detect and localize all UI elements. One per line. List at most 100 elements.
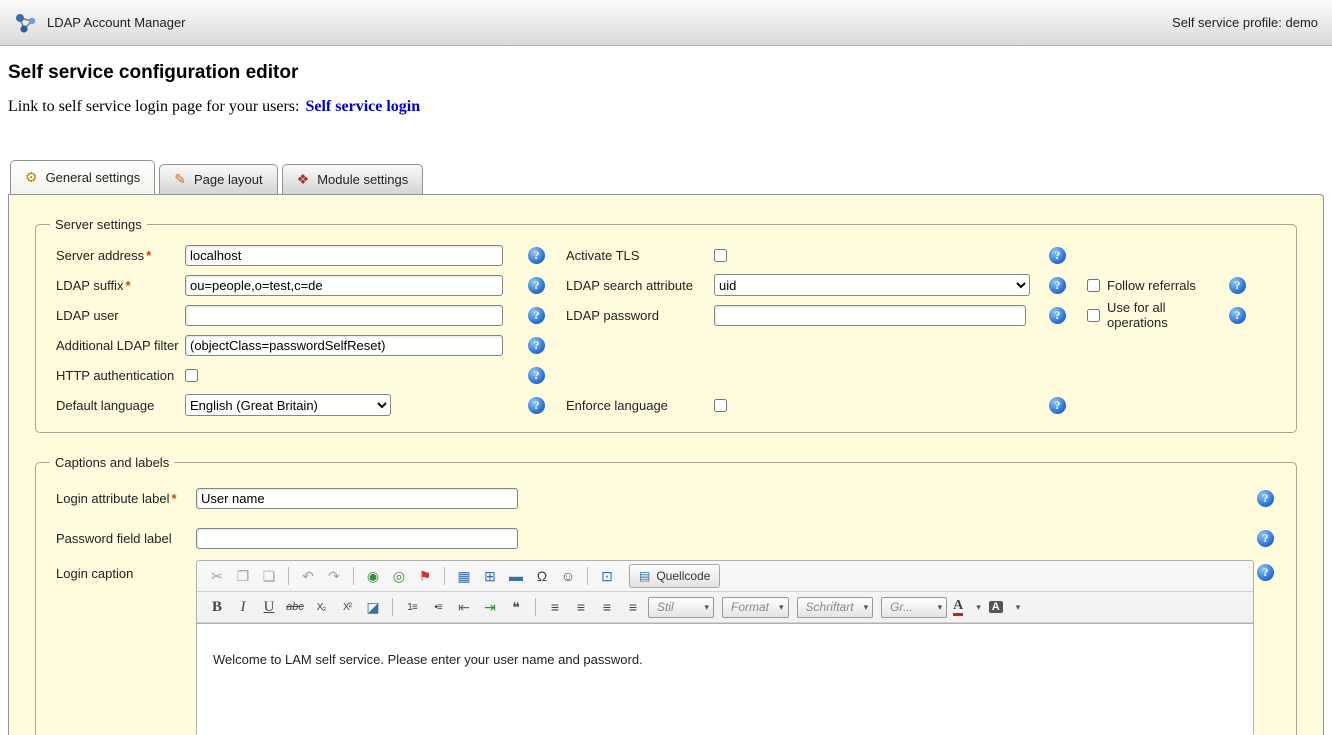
anchor-flag-icon[interactable]: ⚑ <box>413 564 437 588</box>
password-field-label: Password field label <box>46 531 196 546</box>
server-address-label: Server address* <box>46 248 185 263</box>
chevron-down-icon: ▾ <box>1016 602 1021 613</box>
underline-button[interactable]: U <box>257 595 281 619</box>
enforce-language-checkbox[interactable] <box>714 399 727 412</box>
align-left-button[interactable]: ≡ <box>543 595 567 619</box>
default-language-select[interactable]: English (Great Britain) <box>185 394 391 416</box>
chevron-down-icon: ▾ <box>864 602 869 613</box>
server-address-input[interactable] <box>185 245 503 266</box>
pencil-icon: ✎ <box>174 171 186 188</box>
additional-ldap-filter-input[interactable] <box>185 335 503 356</box>
style-dropdown[interactable]: Stil ▾ <box>648 597 714 618</box>
self-service-login-link[interactable]: Self service login <box>305 98 420 115</box>
chevron-down-icon: ▾ <box>976 602 981 613</box>
image-icon[interactable]: ▦ <box>452 564 476 588</box>
subscript-button[interactable]: X₂ <box>309 595 333 619</box>
form-row: LDAP user ? LDAP password ? Use for all … <box>46 300 1286 330</box>
help-icon[interactable]: ? <box>1257 530 1274 547</box>
smiley-icon[interactable]: ☺ <box>556 564 580 588</box>
source-button-label: Quellcode <box>656 569 710 583</box>
help-icon[interactable]: ? <box>528 277 545 294</box>
source-icon: ▤ <box>639 569 650 583</box>
use-for-all-operations-checkbox[interactable] <box>1087 309 1100 322</box>
help-icon[interactable]: ? <box>1049 277 1066 294</box>
editor-text: Welcome to LAM self service. Please ente… <box>213 652 1237 667</box>
ldap-suffix-input[interactable] <box>185 275 503 296</box>
blockquote-button[interactable]: ❝ <box>504 595 528 619</box>
login-caption-editor: ✂ ❐ ❏ ↶ ↷ <box>196 560 1254 735</box>
tab-general-settings[interactable]: ⚙ General settings <box>10 160 155 194</box>
font-dropdown[interactable]: Schriftart ▾ <box>797 597 874 618</box>
required-marker: * <box>146 248 151 263</box>
align-center-button[interactable]: ≡ <box>569 595 593 619</box>
captions-and-labels-legend: Captions and labels <box>50 455 174 470</box>
unlink-icon[interactable]: ◎ <box>387 564 411 588</box>
required-marker: * <box>171 491 176 506</box>
ldap-search-attribute-label: LDAP search attribute <box>566 278 714 293</box>
align-justify-button[interactable]: ≡ <box>621 595 645 619</box>
size-dropdown[interactable]: Gr... ▾ <box>881 597 947 618</box>
activate-tls-label: Activate TLS <box>566 248 714 263</box>
form-row: LDAP suffix* ? LDAP search attribute uid… <box>46 270 1286 300</box>
ldap-search-attribute-select[interactable]: uid <box>714 274 1030 296</box>
http-authentication-checkbox[interactable] <box>185 369 198 382</box>
help-icon[interactable]: ? <box>1229 277 1246 294</box>
copy-icon[interactable]: ❐ <box>231 564 255 588</box>
redo-icon[interactable]: ↷ <box>322 564 346 588</box>
editor-toolbar-row-2: B I U abc X₂ X² ◪ <box>197 592 1253 623</box>
superscript-button[interactable]: X² <box>335 595 359 619</box>
ldap-user-input[interactable] <box>185 305 503 326</box>
activate-tls-checkbox[interactable] <box>714 249 727 262</box>
help-icon[interactable]: ? <box>1229 307 1246 324</box>
background-color-button[interactable]: A ▾ <box>986 595 1023 619</box>
help-icon[interactable]: ? <box>528 367 545 384</box>
help-icon[interactable]: ? <box>528 397 545 414</box>
password-field-input[interactable] <box>196 528 518 549</box>
editor-content[interactable]: Welcome to LAM self service. Please ente… <box>197 623 1253 735</box>
paste-icon[interactable]: ❏ <box>257 564 281 588</box>
source-button[interactable]: ▤ Quellcode <box>629 564 720 588</box>
align-right-button[interactable]: ≡ <box>595 595 619 619</box>
editor-toolbar-row-1: ✂ ❐ ❏ ↶ ↷ <box>197 561 1253 592</box>
chevron-down-icon: ▾ <box>938 602 943 613</box>
italic-button[interactable]: I <box>231 595 255 619</box>
login-attribute-label: Login attribute label* <box>46 491 196 506</box>
tab-module-settings[interactable]: ❖ Module settings <box>282 164 424 194</box>
help-icon[interactable]: ? <box>1257 564 1274 581</box>
text-color-button[interactable]: A ▾ <box>950 595 984 619</box>
table-icon[interactable]: ⊞ <box>478 564 502 588</box>
chevron-down-icon: ▾ <box>779 602 784 613</box>
help-icon[interactable]: ? <box>528 337 545 354</box>
horizontal-rule-icon[interactable]: ▬ <box>504 564 528 588</box>
form-row: Password field label ? <box>46 518 1286 558</box>
follow-referrals-checkbox[interactable] <box>1087 279 1100 292</box>
ldap-password-input[interactable] <box>714 305 1026 326</box>
remove-format-button[interactable]: ◪ <box>361 595 385 619</box>
form-row: Additional LDAP filter ? <box>46 330 1286 360</box>
numbered-list-button[interactable]: 1≡ <box>400 595 424 619</box>
ldap-user-label: LDAP user <box>46 308 185 323</box>
help-icon[interactable]: ? <box>1049 307 1066 324</box>
toolbar-separator <box>392 598 393 616</box>
bold-button[interactable]: B <box>205 595 229 619</box>
page-title: Self service configuration editor <box>8 62 1332 84</box>
help-icon[interactable]: ? <box>1257 490 1274 507</box>
format-dropdown[interactable]: Format ▾ <box>722 597 789 618</box>
tab-page-layout[interactable]: ✎ Page layout <box>159 164 277 194</box>
special-character-icon[interactable]: Ω <box>530 564 554 588</box>
help-icon[interactable]: ? <box>528 247 545 264</box>
strikethrough-button[interactable]: abc <box>283 595 307 619</box>
login-attribute-input[interactable] <box>196 488 518 509</box>
toolbar-separator <box>288 567 289 585</box>
help-icon[interactable]: ? <box>528 307 545 324</box>
ldap-password-label: LDAP password <box>566 308 714 323</box>
outdent-button[interactable]: ⇤ <box>452 595 476 619</box>
help-icon[interactable]: ? <box>1049 397 1066 414</box>
cut-icon[interactable]: ✂ <box>205 564 229 588</box>
maximize-icon[interactable]: ⊡ <box>595 564 619 588</box>
link-icon[interactable]: ◉ <box>361 564 385 588</box>
bulleted-list-button[interactable]: •≡ <box>426 595 450 619</box>
indent-button[interactable]: ⇥ <box>478 595 502 619</box>
undo-icon[interactable]: ↶ <box>296 564 320 588</box>
help-icon[interactable]: ? <box>1049 247 1066 264</box>
